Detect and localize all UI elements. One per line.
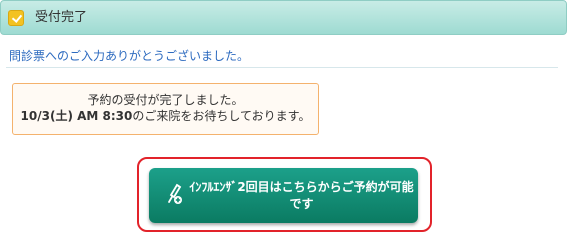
notice-line2-text: のご来院をお待ちしております。 <box>132 109 311 123</box>
thank-you-message: 問診票へのご入力ありがとうございました。 <box>9 49 250 63</box>
divider <box>6 67 558 68</box>
notice-line2: 10/3(土) AM 8:30のご来院をお待ちしております。 <box>13 108 318 124</box>
reserve-second-dose-button[interactable]: ｲﾝﾌﾙｴﾝｻﾞ2回目はこちらからご予約が可能です <box>149 168 418 223</box>
checkbox-icon <box>8 10 24 26</box>
page-title: 受付完了 <box>35 10 88 25</box>
appointment-datetime: 10/3(土) AM 8:30 <box>20 109 133 123</box>
page-header: 受付完了 <box>0 0 567 35</box>
syringe-icon <box>168 183 182 204</box>
notice-line1: 予約の受付が完了しました。 <box>87 93 244 107</box>
reserve-button-label: ｲﾝﾌﾙｴﾝｻﾞ2回目はこちらからご予約が可能です <box>189 180 414 211</box>
reservation-notice: 予約の受付が完了しました。 10/3(土) AM 8:30のご来院をお待ちしてお… <box>12 83 319 135</box>
